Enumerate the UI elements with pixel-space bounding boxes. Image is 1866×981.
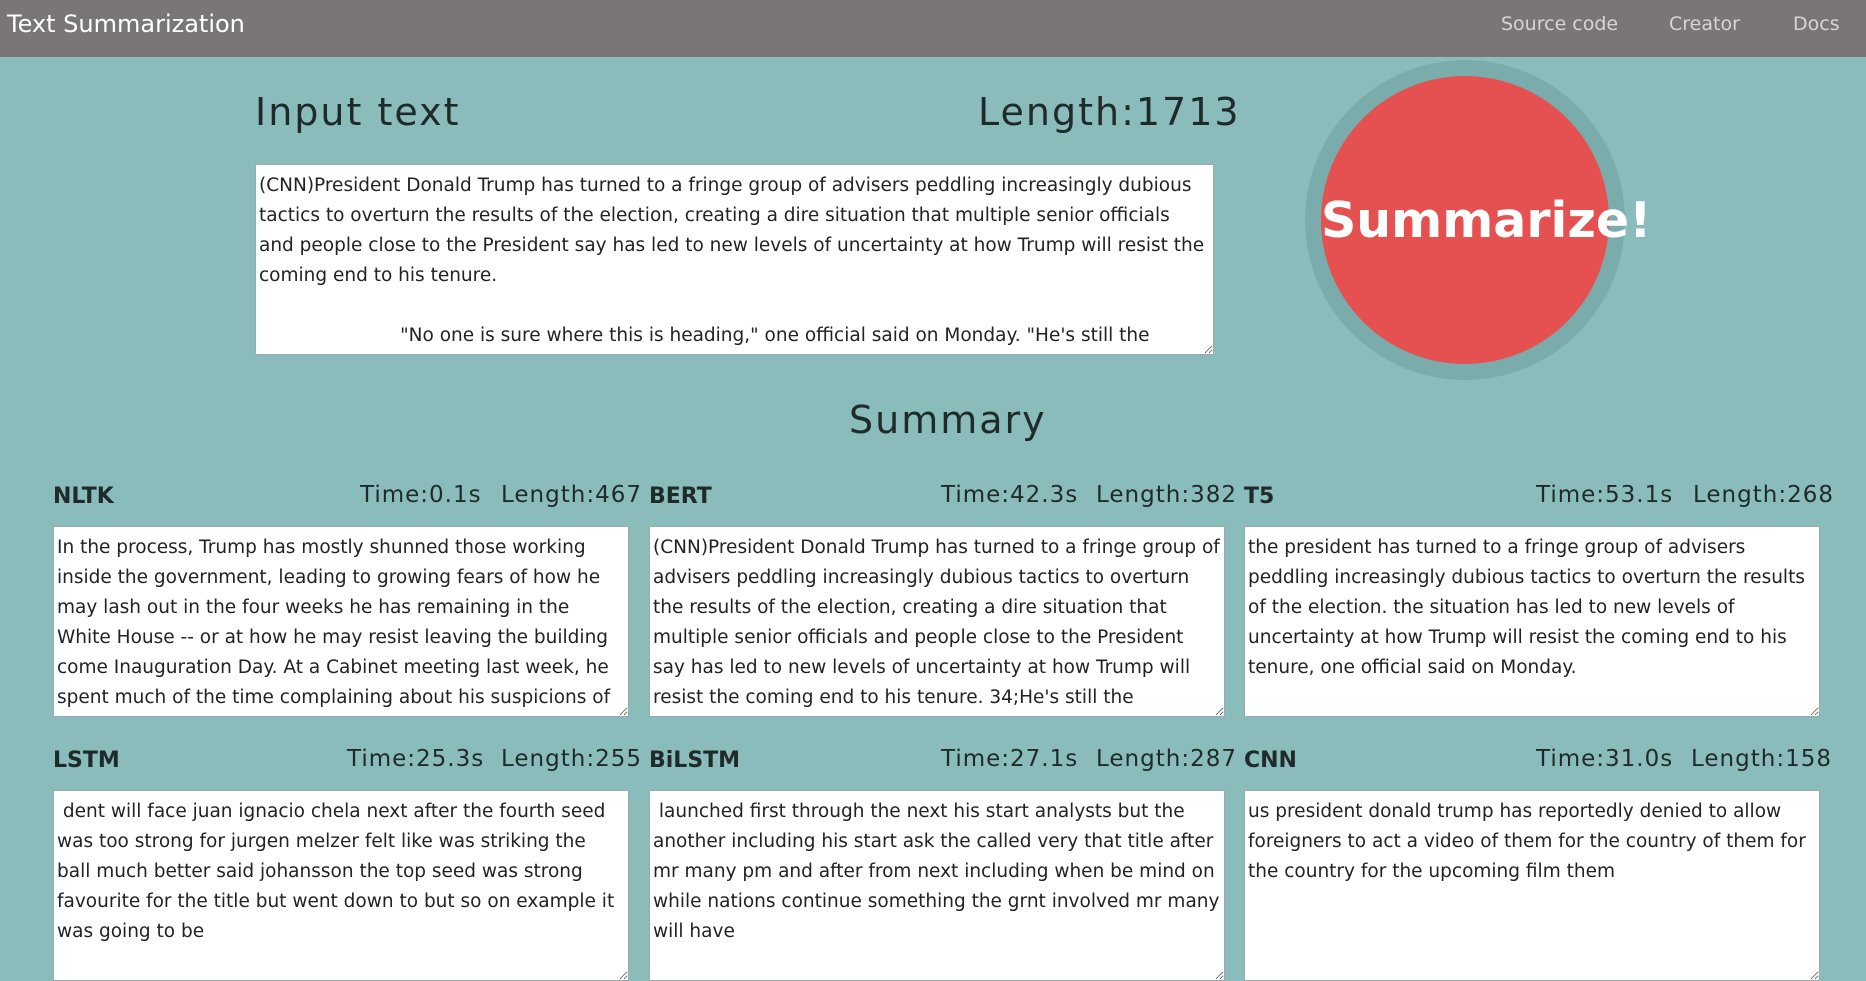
- summary-textarea-bert[interactable]: (CNN)President Donald Trump has turned t…: [649, 526, 1225, 717]
- summary-textarea-lstm[interactable]: dent will face juan ignacio chela next a…: [53, 790, 629, 981]
- model-name-bert: BERT: [649, 484, 712, 509]
- nav-link-source-code[interactable]: Source code: [1501, 0, 1618, 48]
- model-time-lstm: Time:25.3s: [347, 746, 485, 772]
- model-length-bert: Length:382: [1096, 482, 1237, 508]
- summary-textarea-cnn[interactable]: us president donald trump has reportedly…: [1244, 790, 1820, 981]
- model-time-nltk: Time:0.1s: [360, 482, 482, 508]
- nav-link-creator[interactable]: Creator: [1669, 0, 1740, 48]
- model-time-bilstm: Time:27.1s: [941, 746, 1079, 772]
- model-time-t5: Time:53.1s: [1536, 482, 1674, 508]
- model-length-t5: Length:268: [1693, 482, 1834, 508]
- model-name-bilstm: BiLSTM: [649, 748, 741, 773]
- summarize-button[interactable]: Summarize!: [1321, 76, 1651, 364]
- input-textarea[interactable]: (CNN)President Donald Trump has turned t…: [255, 164, 1214, 355]
- model-time-bert: Time:42.3s: [941, 482, 1079, 508]
- model-length-cnn: Length:158: [1691, 746, 1832, 772]
- input-length-label: Length:1713: [978, 90, 1241, 134]
- navbar: Text Summarization Source code Creator D…: [0, 0, 1866, 57]
- summary-textarea-bilstm[interactable]: launched first through the next his star…: [649, 790, 1225, 981]
- model-length-lstm: Length:255: [501, 746, 642, 772]
- model-length-nltk: Length:467: [501, 482, 642, 508]
- model-name-lstm: LSTM: [53, 748, 120, 773]
- model-name-t5: T5: [1244, 484, 1275, 509]
- model-name-cnn: CNN: [1244, 748, 1297, 773]
- summary-textarea-nltk[interactable]: In the process, Trump has mostly shunned…: [53, 526, 629, 717]
- summary-heading: Summary: [849, 398, 1047, 442]
- summary-textarea-t5[interactable]: the president has turned to a fringe gro…: [1244, 526, 1820, 717]
- brand-title[interactable]: Text Summarization: [7, 0, 245, 48]
- input-heading: Input text: [255, 90, 461, 134]
- model-name-nltk: NLTK: [53, 484, 114, 509]
- model-length-bilstm: Length:287: [1096, 746, 1237, 772]
- model-time-cnn: Time:31.0s: [1536, 746, 1674, 772]
- nav-link-docs[interactable]: Docs: [1793, 0, 1840, 48]
